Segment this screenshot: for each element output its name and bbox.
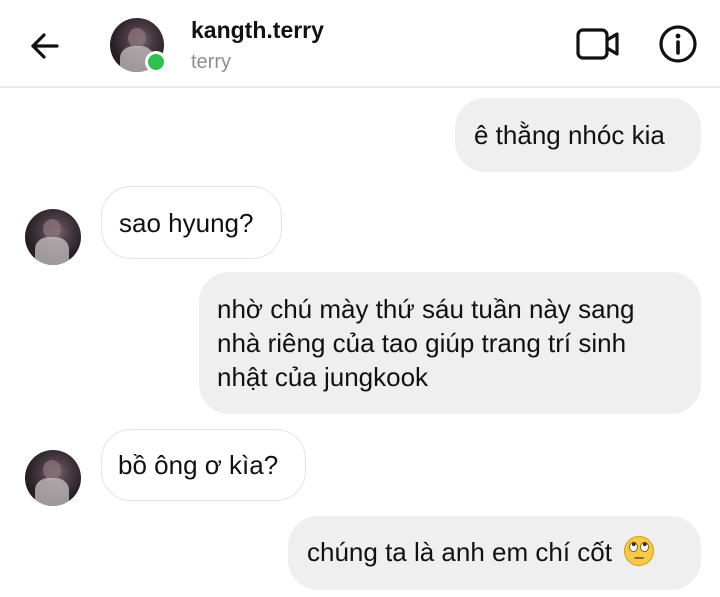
message-outgoing[interactable]: chúng ta là anh em chí cốt <box>288 516 701 590</box>
message-text-line: nhà riêng của tao giúp trang trí sinh <box>217 328 627 358</box>
chat-screen: kangth.terry terry ê thằng nhóc kia sao … <box>0 0 720 597</box>
message-text: chúng ta là anh em chí cốt <box>307 537 612 567</box>
contact-avatar[interactable] <box>110 18 167 73</box>
message-text: sao hyung? <box>119 208 254 238</box>
message-outgoing[interactable]: nhờ chú mày thứ sáu tuần này sang nhà ri… <box>199 272 701 414</box>
avatar-image <box>25 209 81 265</box>
back-button[interactable] <box>22 24 66 68</box>
avatar-image <box>25 450 81 506</box>
message-text: ê thằng nhóc kia <box>474 120 665 150</box>
info-icon <box>659 25 697 63</box>
message-outgoing[interactable]: ê thằng nhóc kia <box>455 98 701 172</box>
sender-avatar[interactable] <box>25 450 81 506</box>
contact-subtitle: terry <box>191 51 231 73</box>
sender-avatar[interactable] <box>25 209 81 265</box>
message-text: bồ ông ơ kìa? <box>118 450 279 480</box>
message-text-line: nhật của jungkook <box>217 362 429 392</box>
chat-header: kangth.terry terry <box>0 0 720 88</box>
back-arrow-icon <box>31 33 59 59</box>
message-incoming[interactable]: sao hyung? <box>101 186 282 259</box>
contact-username[interactable]: kangth.terry <box>191 17 324 44</box>
video-call-button[interactable] <box>574 24 622 64</box>
message-incoming[interactable]: bồ ông ơ kìa? <box>101 429 306 501</box>
video-call-icon <box>576 28 619 60</box>
face-with-rolling-eyes-icon <box>624 535 655 567</box>
info-button[interactable] <box>656 22 700 66</box>
message-text-line: nhờ chú mày thứ sáu tuần này sang <box>217 294 635 324</box>
online-status-indicator <box>145 51 167 73</box>
